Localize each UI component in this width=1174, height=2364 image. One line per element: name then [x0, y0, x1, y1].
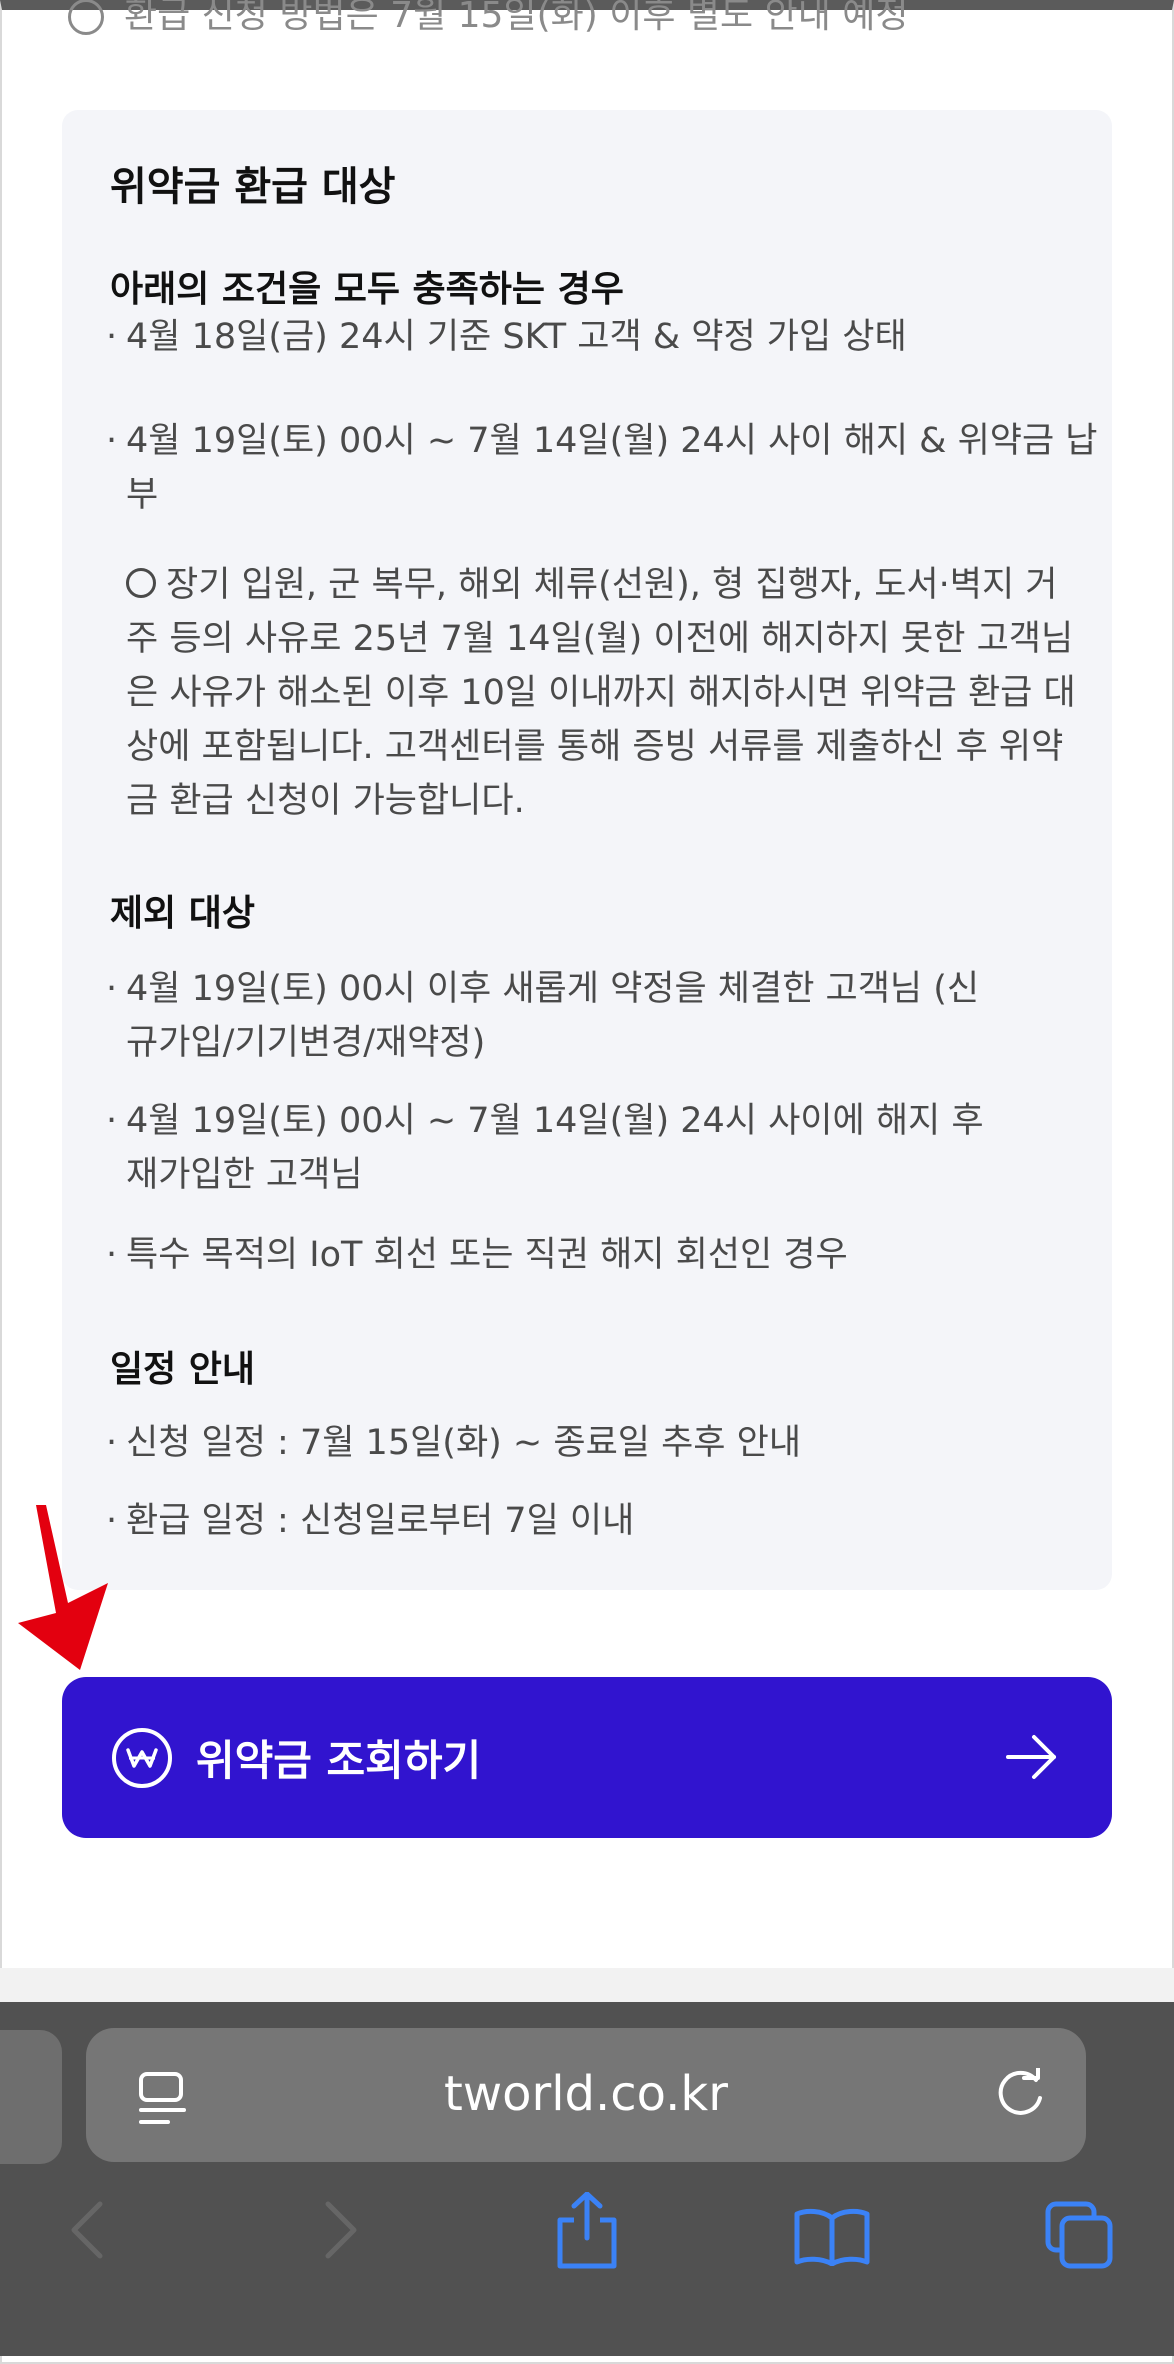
page-bottom-divider [0, 1968, 1174, 2002]
url-text: tworld.co.kr [444, 2066, 728, 2122]
exception-note: 장기 입원, 군 복무, 해외 체류(선원), 형 집행자, 도서·벽지 거주 … [126, 558, 1086, 828]
section-heading-conditions: 아래의 조건을 모두 충족하는 경우 [110, 269, 624, 310]
schedule-item: 신청 일정 : 7월 15일(화) ~ 종료일 추후 안내 [106, 1416, 1106, 1470]
reload-icon[interactable] [994, 2068, 1048, 2122]
info-icon [68, 0, 104, 35]
won-icon [112, 1727, 172, 1788]
condition-item: 4월 19일(토) 00시 ~ 7월 14일(월) 24시 사이 해지 & 위약… [106, 414, 1106, 522]
condition-item: 4월 18일(금) 24시 기준 SKT 고객 & 약정 가입 상태 [106, 310, 1106, 364]
schedule-item: 환급 일정 : 신청일로부터 7일 이내 [106, 1494, 1106, 1548]
excluded-item: 4월 19일(토) 00시 ~ 7월 14일(월) 24시 사이에 해지 후 재… [106, 1094, 1006, 1202]
check-penalty-button[interactable]: 위약금 조회하기 [62, 1677, 1112, 1838]
excluded-item: 4월 19일(토) 00시 이후 새롭게 약정을 체결한 고객님 (신규가입/기… [106, 962, 1006, 1070]
refund-method-note: 환급 신청 방법은 7월 15일(화) 이후 별도 안내 예정 [68, 0, 909, 38]
refund-method-note-text: 환급 신청 방법은 7월 15일(화) 이후 별도 안내 예정 [124, 0, 909, 36]
section-heading-schedule: 일정 안내 [110, 1349, 256, 1390]
annotation-arrow-icon [18, 1505, 108, 1670]
bookmarks-icon[interactable] [794, 2206, 870, 2266]
info-icon [126, 568, 156, 598]
address-bar[interactable]: tworld.co.kr [86, 2028, 1086, 2162]
previous-tab-preview[interactable] [0, 2030, 62, 2164]
share-icon[interactable] [554, 2192, 620, 2270]
refund-eligibility-card: 위약금 환급 대상 아래의 조건을 모두 충족하는 경우 4월 18일(금) 2… [62, 110, 1112, 1590]
check-penalty-label: 위약금 조회하기 [196, 1736, 482, 1785]
excluded-item: 특수 목적의 IoT 회선 또는 직권 해지 회선인 경우 [106, 1228, 1106, 1282]
section-heading-excluded: 제외 대상 [110, 893, 256, 934]
tabs-icon[interactable] [1044, 2200, 1114, 2270]
exception-note-text: 장기 입원, 군 복무, 해외 체류(선원), 형 집행자, 도서·벽지 거주 … [126, 565, 1076, 821]
forward-icon[interactable] [322, 2200, 362, 2260]
card-title: 위약금 환급 대상 [110, 164, 396, 210]
arrow-right-icon [1006, 1735, 1056, 1779]
back-icon[interactable] [66, 2200, 106, 2260]
browser-chrome: tworld.co.kr [0, 2002, 1174, 2356]
